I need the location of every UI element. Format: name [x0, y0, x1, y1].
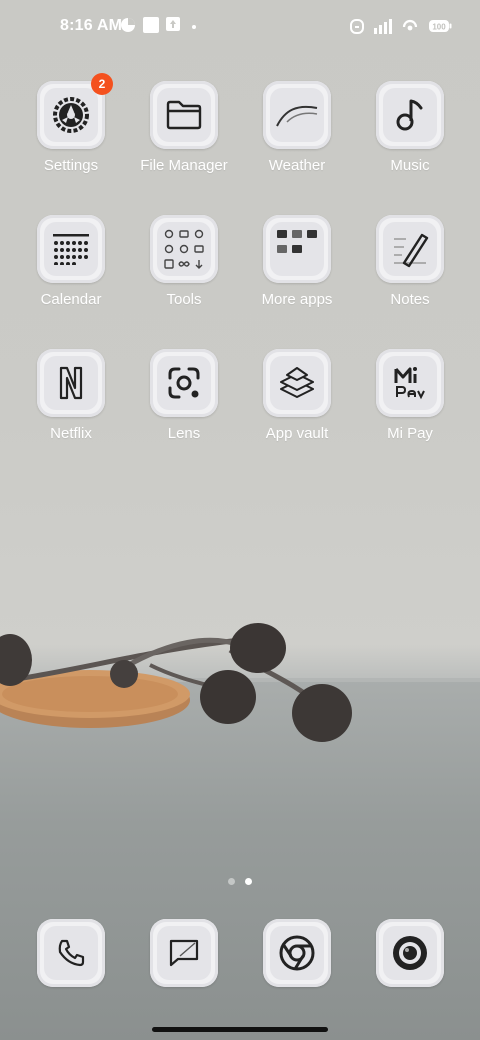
- app-netflix[interactable]: Netflix: [21, 349, 121, 442]
- phone-tile[interactable]: [37, 919, 105, 987]
- settings-icon: [53, 97, 89, 133]
- app-label: Notes: [390, 291, 430, 308]
- app-label: Tools: [166, 291, 202, 308]
- battery-level: 100: [432, 23, 446, 32]
- more-notifications-dot-icon: [192, 25, 196, 29]
- notification-badge: 2: [91, 73, 113, 95]
- app-label: More apps: [261, 291, 333, 308]
- upload-icon: [166, 17, 180, 31]
- page-indicator: [228, 878, 252, 885]
- app-weather[interactable]: Weather: [247, 81, 347, 174]
- app-label: App vault: [265, 425, 329, 442]
- page-dot[interactable]: [228, 878, 235, 885]
- wallpaper-pinecones: [0, 623, 352, 742]
- message-icon: [169, 939, 199, 967]
- app-label: Lens: [167, 425, 201, 442]
- calendar-tile[interactable]: [37, 215, 105, 283]
- app-label: Mi Pay: [387, 425, 433, 442]
- file-manager-tile[interactable]: [150, 81, 218, 149]
- weather-tile[interactable]: [263, 81, 331, 149]
- notification-square-icon: [143, 17, 159, 33]
- mi-pay-icon: [394, 367, 425, 400]
- page-dot-active[interactable]: [245, 878, 252, 885]
- app-label: File Manager: [140, 157, 228, 174]
- messages-tile[interactable]: [150, 919, 218, 987]
- app-label: Music: [390, 157, 430, 174]
- dock-camera[interactable]: [360, 919, 460, 987]
- dock-phone[interactable]: [21, 919, 121, 987]
- folder-more-apps[interactable]: More apps: [247, 215, 347, 308]
- tools-folder-tile[interactable]: [150, 215, 218, 283]
- settings-tile[interactable]: 2: [37, 73, 113, 149]
- notes-pen-icon: [394, 233, 429, 268]
- camera-icon: [393, 936, 427, 970]
- lens-icon: [168, 367, 200, 399]
- tools-folder-icon: [164, 229, 204, 269]
- status-icons: 100: [350, 18, 452, 34]
- app-mi-pay[interactable]: Mi Pay: [360, 349, 460, 442]
- status-bar: 8:16 AM 100: [0, 0, 480, 56]
- lens-tile[interactable]: [150, 349, 218, 417]
- app-vault-icon: [280, 367, 314, 398]
- folder-icon: [166, 100, 202, 130]
- signal-icon: [374, 19, 392, 34]
- app-file-manager[interactable]: File Manager: [134, 81, 234, 174]
- dock-messages[interactable]: [134, 919, 234, 987]
- app-app-vault[interactable]: App vault: [247, 349, 347, 442]
- calendar-icon: [53, 234, 89, 265]
- phone-icon: [58, 939, 85, 967]
- app-vault-tile[interactable]: [263, 349, 331, 417]
- app-settings[interactable]: 2 Settings: [21, 73, 121, 174]
- more-apps-folder-tile[interactable]: [263, 215, 331, 283]
- netflix-tile[interactable]: [37, 349, 105, 417]
- app-music[interactable]: Music: [360, 81, 460, 174]
- dock-chrome[interactable]: [247, 919, 347, 987]
- chrome-tile[interactable]: [263, 919, 331, 987]
- app-label: Settings: [43, 157, 99, 174]
- alarm-icon: [350, 19, 364, 34]
- hotspot-icon: [402, 19, 418, 31]
- netflix-icon: [59, 366, 83, 400]
- app-calendar[interactable]: Calendar: [21, 215, 121, 308]
- status-time: 8:16 AM: [60, 17, 123, 34]
- vpn-status-icon: [121, 18, 135, 32]
- app-lens[interactable]: Lens: [134, 349, 234, 442]
- camera-tile[interactable]: [376, 919, 444, 987]
- chrome-icon: [279, 935, 315, 971]
- folder-tools[interactable]: Tools: [134, 215, 234, 308]
- mi-pay-tile[interactable]: [376, 349, 444, 417]
- app-label: Calendar: [40, 291, 102, 308]
- music-tile[interactable]: [376, 81, 444, 149]
- home-indicator[interactable]: [152, 1027, 328, 1032]
- app-label: Weather: [268, 157, 326, 174]
- music-note-icon: [396, 99, 423, 131]
- weather-icon: [276, 105, 318, 127]
- app-label: Netflix: [50, 425, 92, 442]
- more-apps-folder-icon: [277, 230, 317, 253]
- battery-icon: 100: [429, 20, 452, 32]
- app-notes[interactable]: Notes: [360, 215, 460, 308]
- notes-tile[interactable]: [376, 215, 444, 283]
